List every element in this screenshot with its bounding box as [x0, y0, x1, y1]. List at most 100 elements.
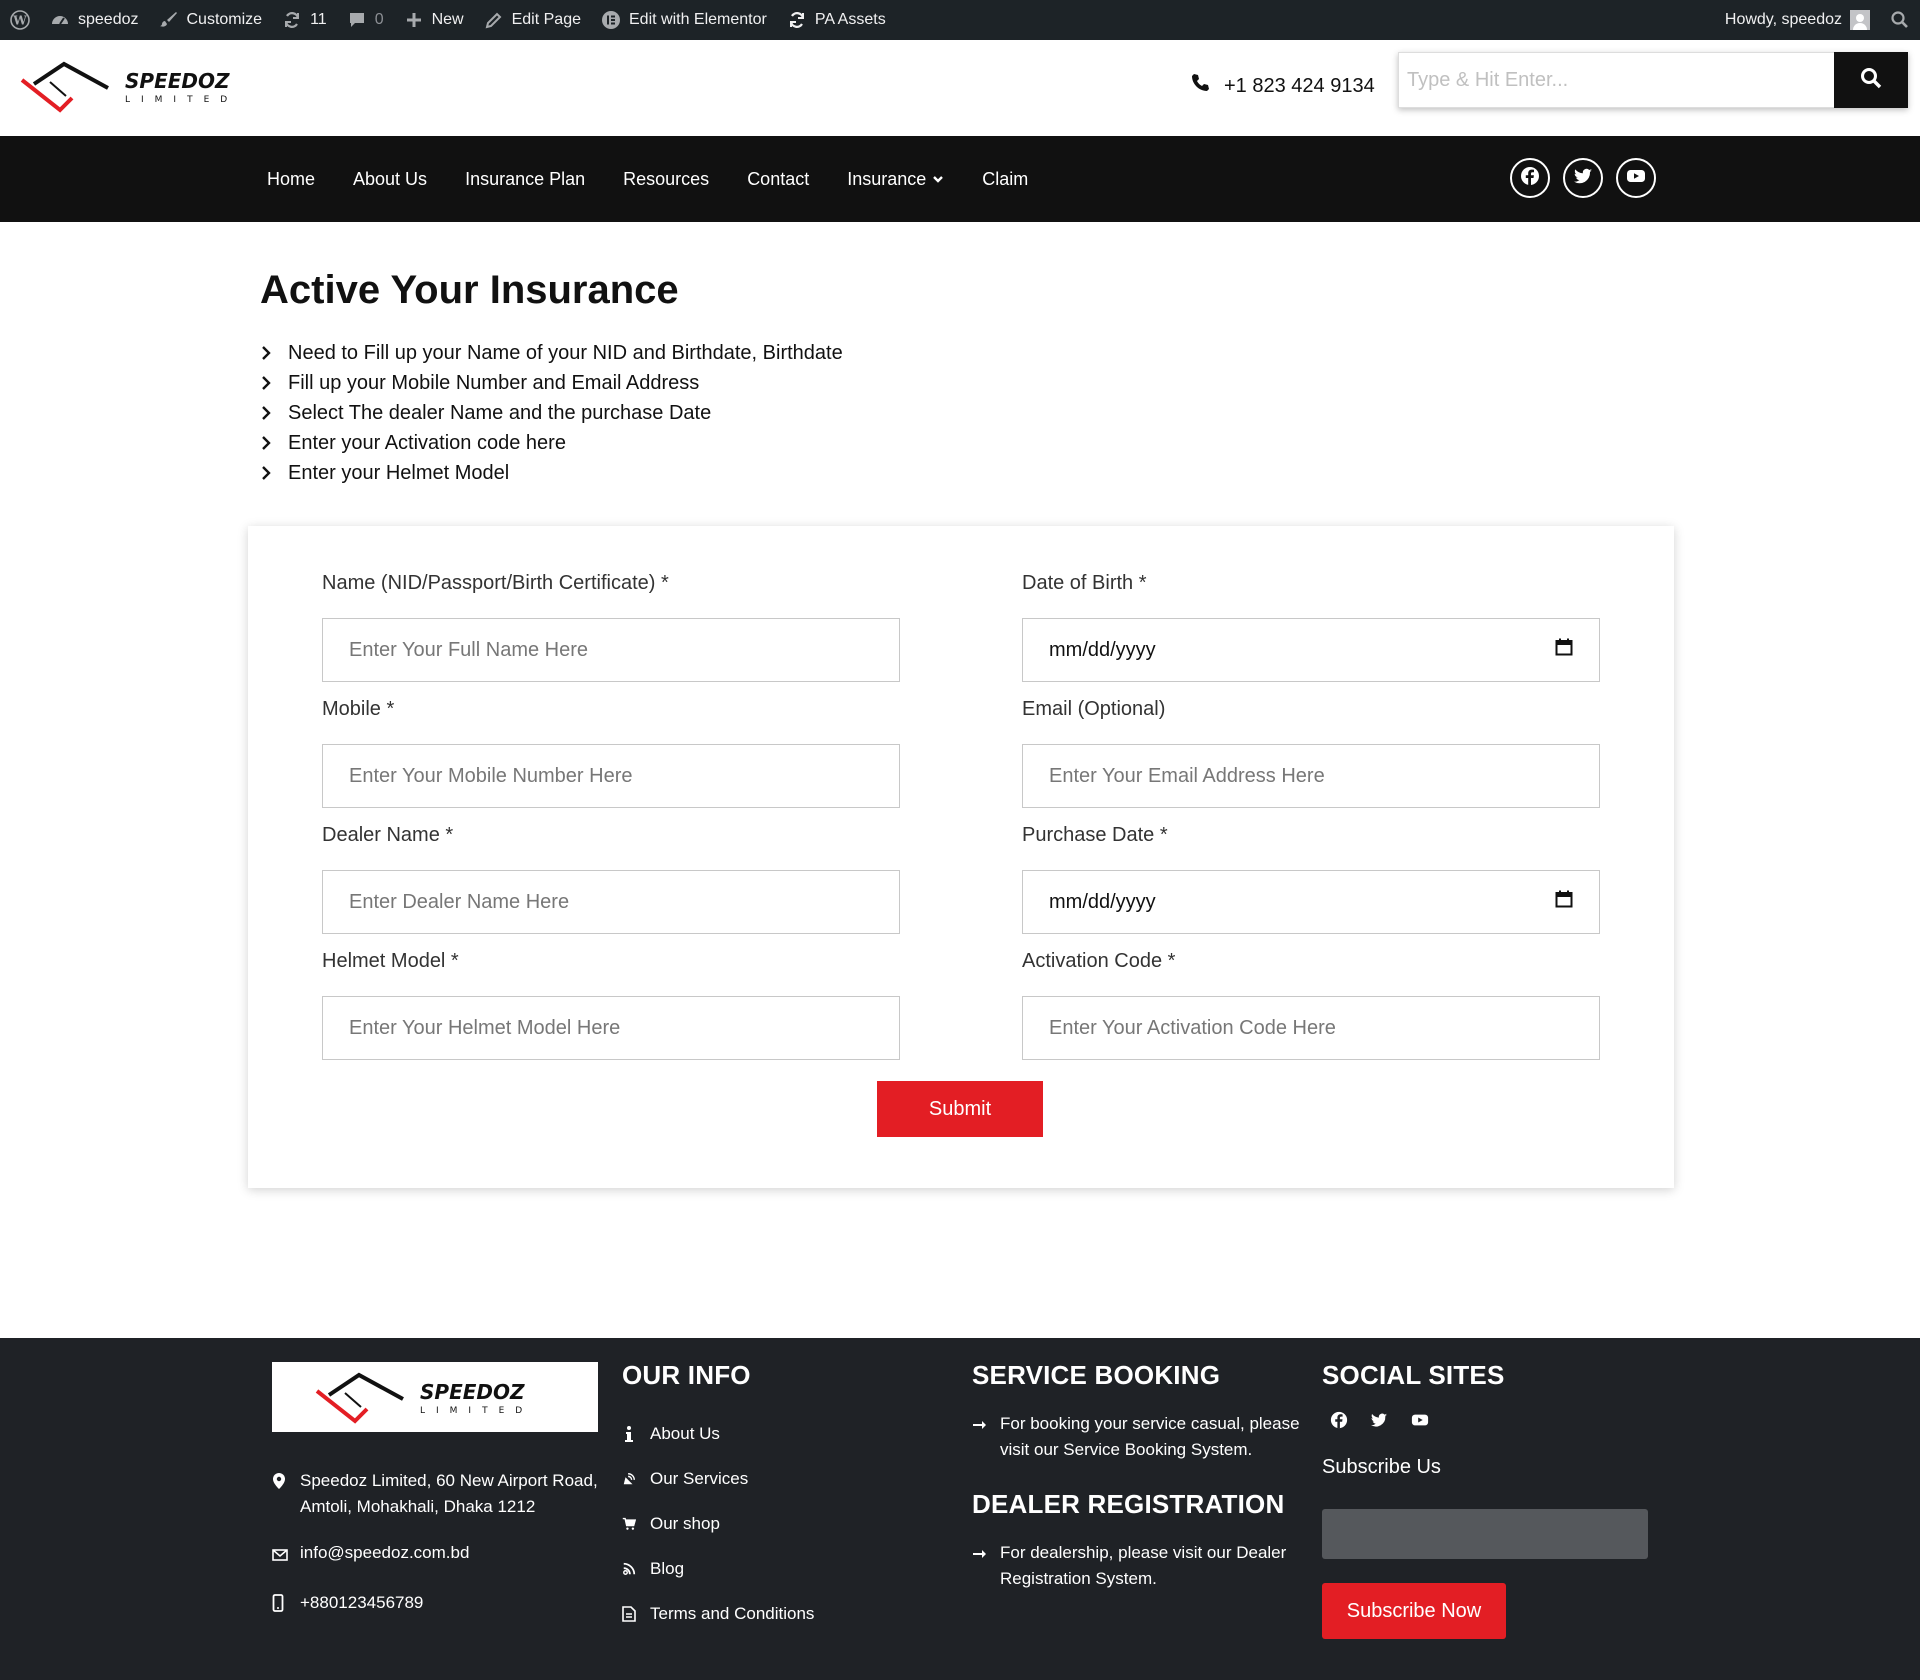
- logo-subtitle: LIMITED: [125, 95, 238, 105]
- phone-icon: [1190, 73, 1210, 99]
- subscribe-email-input[interactable]: [1322, 1509, 1648, 1559]
- nav-item-claim[interactable]: Claim: [963, 169, 1047, 190]
- facebook-icon: [1520, 166, 1540, 191]
- nav-label: About Us: [353, 168, 428, 189]
- footer-link-our-shop[interactable]: Our shop: [622, 1501, 814, 1546]
- wp-admin-bar: W speedoz Customize 11 0 New Edit Page E…: [0, 0, 1920, 40]
- updates-link[interactable]: 11: [272, 0, 337, 40]
- nav-label: Home: [267, 168, 316, 189]
- twitter-icon[interactable]: [1370, 1411, 1388, 1434]
- purchase-date-label: Purchase Date *: [1022, 824, 1168, 846]
- email-input[interactable]: Enter Your Email Address Here: [1022, 744, 1600, 808]
- footer-contact: Speedoz Limited, 60 New Airport Road, Am…: [272, 1468, 602, 1640]
- chevron-right-icon: [260, 436, 272, 450]
- arrow-right-icon: [972, 1540, 986, 1592]
- mobile-field-group: Mobile * Enter Your Mobile Number Here: [322, 698, 900, 808]
- twitter-icon: [1573, 166, 1593, 191]
- page-title: Active Your Insurance: [260, 268, 679, 312]
- nav-item-about-us[interactable]: About Us: [334, 169, 446, 190]
- admin-search-button[interactable]: [1880, 0, 1920, 40]
- my-account-link[interactable]: Howdy, speedoz: [1715, 0, 1880, 40]
- submit-button[interactable]: Submit: [877, 1081, 1043, 1137]
- phone-number: +1 823 424 9134: [1224, 74, 1375, 97]
- activation-field-group: Activation Code * Enter Your Activation …: [1022, 950, 1600, 1060]
- phone-text: +880123456789: [300, 1593, 424, 1612]
- facebook-link[interactable]: [1510, 158, 1550, 198]
- dealer-registration-text: For dealership, please visit our Dealer …: [1000, 1543, 1287, 1588]
- mobile-label: Mobile *: [322, 698, 395, 720]
- logo-wordmark: SPEEDOZ: [420, 1380, 525, 1404]
- map-pin-icon: [272, 1468, 286, 1520]
- mobile-input[interactable]: Enter Your Mobile Number Here: [322, 744, 900, 808]
- nav-item-insurance-plan[interactable]: Insurance Plan: [446, 169, 604, 190]
- edit-elementor-label: Edit with Elementor: [629, 11, 767, 28]
- youtube-icon: [1626, 166, 1646, 191]
- email-field-group: Email (Optional) Enter Your Email Addres…: [1022, 698, 1600, 808]
- social-sites-heading: SOCIAL SITES: [1322, 1360, 1505, 1390]
- list-item-text: Enter your Helmet Model: [288, 462, 510, 484]
- dealer-registration-item[interactable]: For dealership, please visit our Dealer …: [972, 1540, 1302, 1592]
- header-phone[interactable]: +1 823 424 9134: [1190, 68, 1375, 104]
- link-label: Blog: [650, 1558, 685, 1578]
- nav-item-resources[interactable]: Resources: [604, 169, 728, 190]
- search-icon: [1860, 67, 1882, 94]
- list-item: Need to Fill up your Name of your NID an…: [260, 338, 843, 368]
- footer-link-blog[interactable]: Blog: [622, 1546, 814, 1591]
- helmet-input[interactable]: Enter Your Helmet Model Here: [322, 996, 900, 1060]
- cart-icon: [622, 1516, 636, 1532]
- our-info-heading: OUR INFO: [622, 1360, 751, 1390]
- search-button[interactable]: [1834, 52, 1908, 108]
- chevron-down-icon: [932, 169, 944, 190]
- footer-social-icons: [1330, 1411, 1648, 1434]
- activation-input[interactable]: Enter Your Activation Code Here: [1022, 996, 1600, 1060]
- pa-assets-link[interactable]: PA Assets: [777, 0, 896, 40]
- comment-icon: [347, 10, 367, 30]
- youtube-icon[interactable]: [1410, 1411, 1430, 1434]
- purchase-date-input[interactable]: mm/dd/yyyy: [1022, 870, 1600, 934]
- youtube-link[interactable]: [1616, 158, 1656, 198]
- blog-icon: [622, 1561, 636, 1577]
- logo-subtitle: LIMITED: [420, 1406, 533, 1416]
- edit-elementor-link[interactable]: Edit with Elementor: [591, 0, 777, 40]
- nav-item-home[interactable]: Home: [248, 169, 334, 190]
- nav-item-insurance[interactable]: Insurance: [828, 169, 963, 190]
- site-logo[interactable]: SPEEDOZ LIMITED: [20, 58, 260, 114]
- footer-link-terms[interactable]: Terms and Conditions: [622, 1591, 814, 1636]
- wordpress-logo-button[interactable]: W: [0, 0, 40, 40]
- list-item-text: Need to Fill up your Name of your NID an…: [288, 342, 843, 364]
- footer-link-our-services[interactable]: Our Services: [622, 1456, 814, 1501]
- subscribe-button[interactable]: Subscribe Now: [1322, 1583, 1506, 1639]
- footer-phone[interactable]: +880123456789: [272, 1590, 602, 1620]
- dob-input[interactable]: mm/dd/yyyy: [1022, 618, 1600, 682]
- customize-link[interactable]: Customize: [149, 0, 273, 40]
- list-item-text: Select The dealer Name and the purchase …: [288, 402, 712, 424]
- dashboard-icon: [50, 10, 70, 30]
- search-input[interactable]: [1398, 52, 1834, 108]
- calendar-icon[interactable]: [1555, 890, 1573, 914]
- howdy-text: Howdy, speedoz: [1724, 11, 1842, 28]
- satellite-dish-icon: [622, 1471, 636, 1487]
- edit-page-link[interactable]: Edit Page: [474, 0, 591, 40]
- name-label: Name (NID/Passport/Birth Certificate) *: [322, 572, 669, 594]
- new-content-link[interactable]: New: [394, 0, 474, 40]
- site-name-link[interactable]: speedoz: [40, 0, 149, 40]
- footer-address: Speedoz Limited, 60 New Airport Road, Am…: [272, 1468, 602, 1520]
- service-booking-item[interactable]: For booking your service casual, please …: [972, 1411, 1302, 1463]
- comments-link[interactable]: 0: [337, 0, 394, 40]
- twitter-link[interactable]: [1563, 158, 1603, 198]
- paintbrush-icon: [159, 10, 179, 30]
- activation-placeholder: Enter Your Activation Code Here: [1049, 1016, 1336, 1039]
- site-footer: SPEEDOZ LIMITED Speedoz Limited, 60 New …: [0, 1338, 1920, 1680]
- main-navigation: Home About Us Insurance Plan Resources C…: [0, 136, 1920, 222]
- new-label: New: [431, 11, 464, 28]
- dealer-input[interactable]: Enter Dealer Name Here: [322, 870, 900, 934]
- comments-count: 0: [374, 11, 384, 28]
- footer-logo[interactable]: SPEEDOZ LIMITED: [272, 1362, 598, 1432]
- nav-item-contact[interactable]: Contact: [728, 169, 828, 190]
- footer-link-about-us[interactable]: About Us: [622, 1411, 814, 1456]
- facebook-icon[interactable]: [1330, 1411, 1348, 1434]
- footer-email[interactable]: info@speedoz.com.bd: [272, 1540, 602, 1570]
- calendar-icon[interactable]: [1555, 638, 1573, 662]
- name-input[interactable]: Enter Your Full Name Here: [322, 618, 900, 682]
- link-label: About Us: [650, 1423, 720, 1443]
